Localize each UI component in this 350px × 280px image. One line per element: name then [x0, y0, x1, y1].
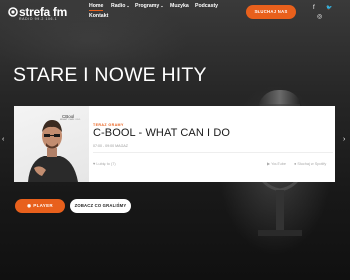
player-button[interactable]: ◉ PLAYER: [15, 199, 65, 213]
card-divider: [93, 152, 333, 153]
play-circle-icon: ◉: [27, 203, 32, 208]
spotify-label: Słuchaj w Spotify: [297, 162, 327, 166]
nav-item-podcasty[interactable]: Podcasty: [195, 3, 218, 9]
nav-item-programy[interactable]: Programy⌄: [135, 3, 164, 9]
chevron-down-icon: ⌄: [160, 3, 164, 8]
youtube-icon: ▶: [267, 161, 271, 166]
nav-label: Home: [89, 3, 104, 9]
like-label: Lubię to (7): [96, 162, 116, 166]
like-link[interactable]: ♥Lubię to (7): [93, 161, 116, 166]
nav-label: Podcasty: [195, 3, 219, 9]
nav-item-home[interactable]: Home: [89, 3, 104, 11]
slider-prev-icon[interactable]: ‹: [2, 136, 4, 143]
album-cover: CBool WHAT CAN I DO: [14, 106, 89, 182]
facebook-icon[interactable]: f: [313, 5, 315, 11]
hero-title: STARE I NOWE HITY: [13, 64, 207, 86]
nav-label: Muzyka: [170, 3, 189, 9]
player-label: PLAYER: [33, 203, 53, 208]
listen-button[interactable]: SŁUCHAJ NAS: [246, 5, 296, 19]
youtube-label: YouTube: [271, 162, 286, 166]
logo-tagline: RADIO 99.2 106.1: [19, 17, 58, 21]
now-playing-card: CBool WHAT CAN I DO TERAZ GRAMY C-BOOL -…: [14, 106, 335, 182]
nav-label: Radio: [111, 3, 126, 9]
nav-label: Kontakt: [89, 13, 109, 19]
site-logo[interactable]: strefa fm RADIO 99.2 106.1: [8, 5, 67, 23]
played-songs-button[interactable]: ZOBACZ CO GRALIŚMY: [70, 199, 131, 213]
nav-item-kontakt[interactable]: Kontakt: [89, 13, 108, 19]
youtube-link[interactable]: ▶YouTube: [267, 161, 286, 166]
slider-next-icon[interactable]: ›: [343, 136, 345, 143]
nav-label: Programy: [135, 3, 160, 9]
nav-item-radio[interactable]: Radio⌄: [111, 3, 130, 9]
spotify-link[interactable]: ●Słuchaj w Spotify: [294, 161, 326, 166]
instagram-icon[interactable]: ◎: [317, 13, 322, 20]
chevron-down-icon: ⌄: [126, 3, 130, 8]
main-nav: Home Radio⌄ Programy⌄ Muzyka Podcasty Ko…: [89, 3, 219, 23]
twitter-icon[interactable]: 🐦: [326, 5, 332, 11]
strefa-logo-icon: [8, 7, 18, 17]
show-time: 07:00 - 09:00 MAGAZ: [93, 144, 128, 148]
nav-item-muzyka[interactable]: Muzyka: [170, 3, 189, 9]
song-title: C-BOOL - WHAT CAN I DO: [93, 127, 231, 139]
cover-subtitle: WHAT CAN I DO: [60, 119, 81, 121]
